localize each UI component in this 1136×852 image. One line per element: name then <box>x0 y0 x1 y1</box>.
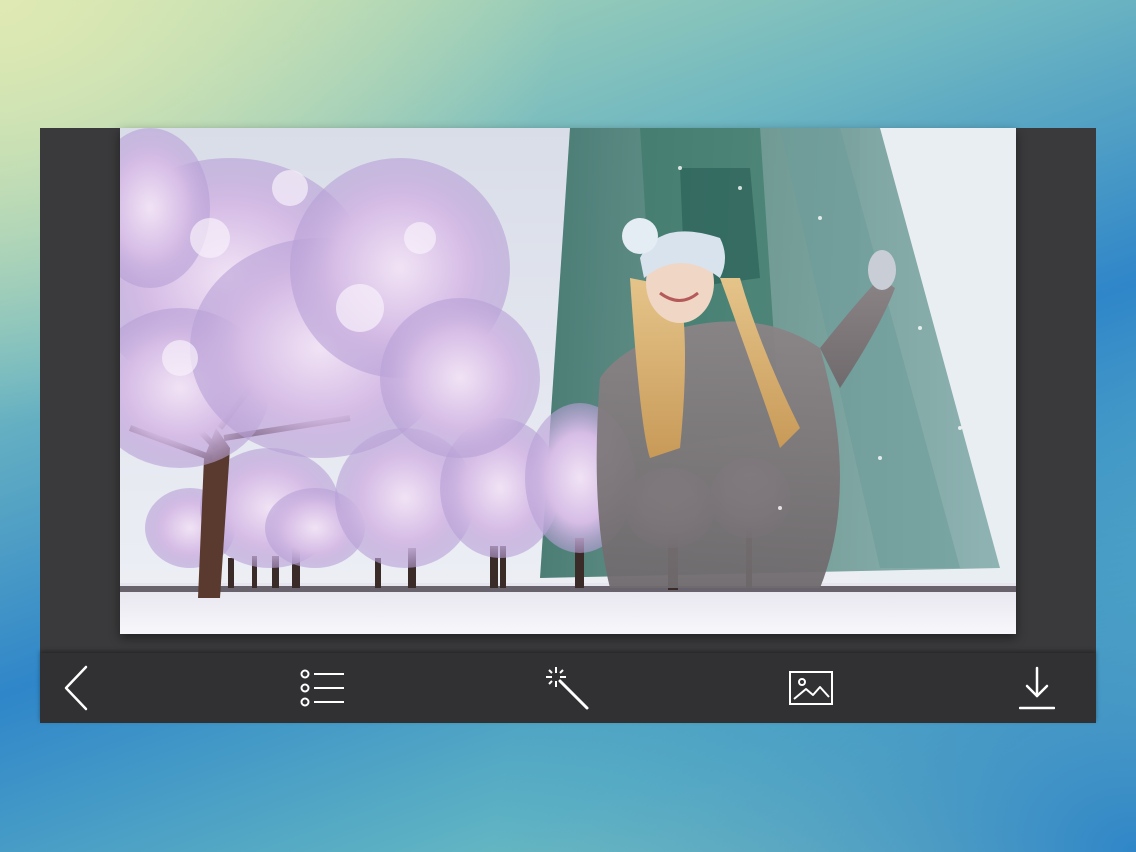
photo-collage <box>120 128 1016 634</box>
list-icon <box>300 669 344 707</box>
magic-wand-icon <box>546 667 589 710</box>
bottom-toolbar <box>40 653 1096 723</box>
download-icon <box>1019 666 1055 710</box>
editor-frame <box>40 128 1096 653</box>
photo-canvas[interactable] <box>120 128 1016 634</box>
chevron-left-icon <box>64 665 88 711</box>
save-button[interactable] <box>1002 653 1072 723</box>
back-button[interactable] <box>42 653 112 723</box>
gallery-button[interactable] <box>776 653 846 723</box>
frames-button[interactable] <box>288 653 358 723</box>
effects-button[interactable] <box>532 653 602 723</box>
image-icon <box>789 671 833 705</box>
